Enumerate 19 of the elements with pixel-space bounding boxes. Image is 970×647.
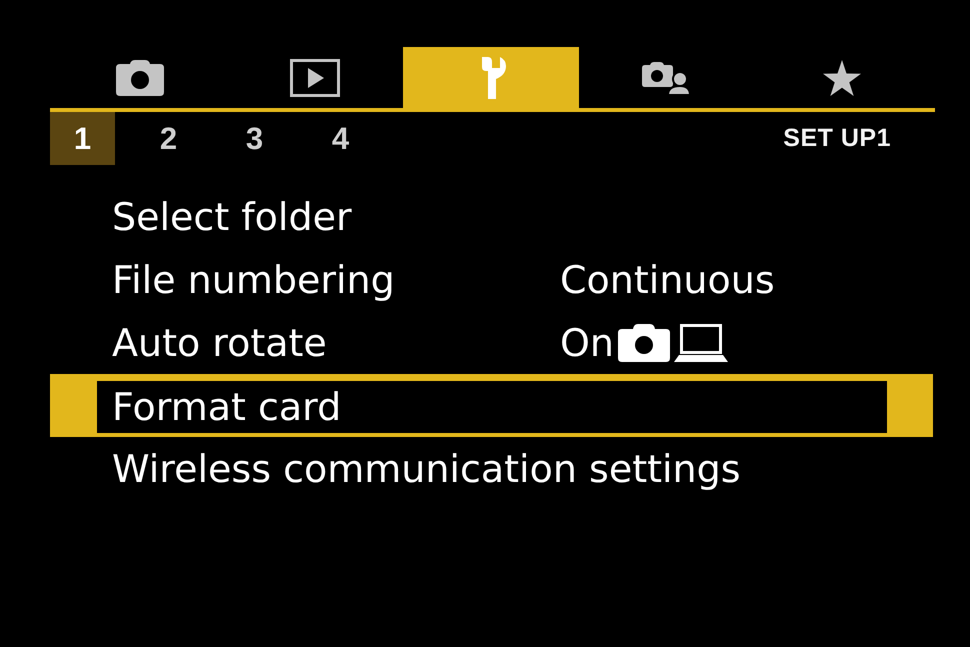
play-icon <box>290 58 340 96</box>
page-title: SET UP1 <box>783 124 891 153</box>
menu-item[interactable]: Format card <box>50 374 933 437</box>
setting-name: Select folder <box>112 194 353 240</box>
laptop-icon <box>674 324 728 362</box>
setting-name: File numbering <box>112 256 396 302</box>
setting-name: Auto rotate <box>112 320 328 366</box>
page-tab[interactable]: 4 <box>308 112 373 165</box>
setting-value: Continuous <box>560 256 775 302</box>
camera-icon <box>618 324 670 362</box>
setting-name: Format card <box>112 384 342 430</box>
star-icon <box>822 60 861 96</box>
page-tab[interactable]: 3 <box>222 112 287 165</box>
setting-value: On <box>560 320 614 366</box>
camera-person-icon <box>642 60 690 94</box>
page-tab[interactable]: 2 <box>136 112 201 165</box>
page-tab[interactable]: 1 <box>50 112 115 165</box>
camera-icon <box>116 60 164 96</box>
setting-name: Wireless communication settings <box>112 446 741 492</box>
